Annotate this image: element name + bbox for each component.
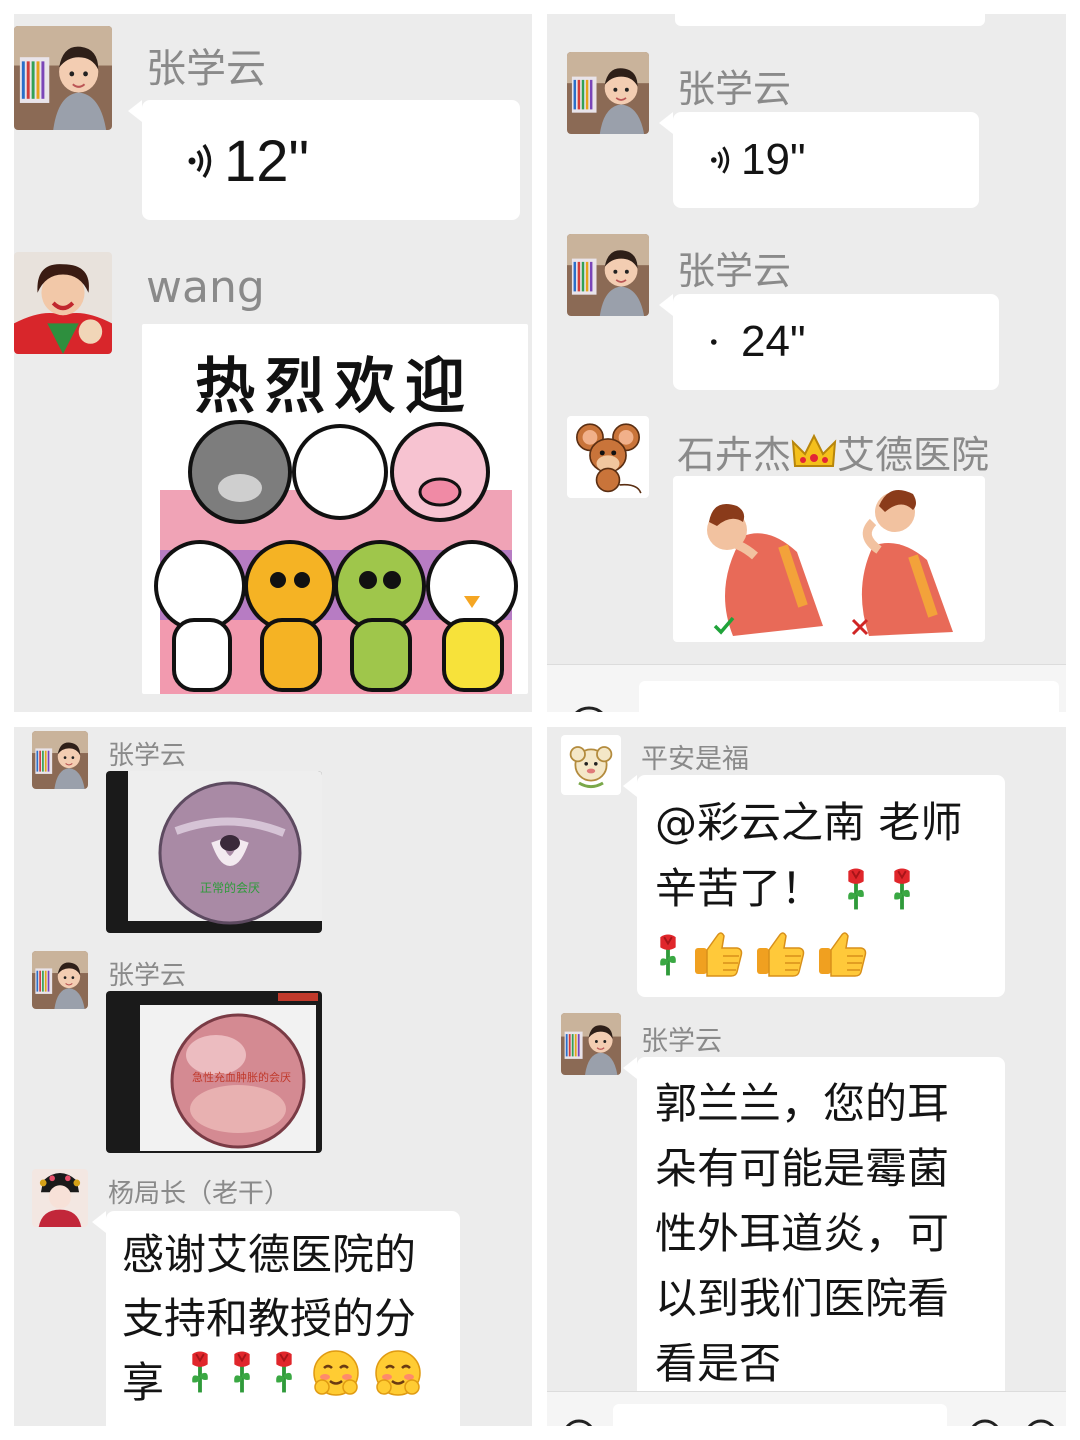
sender-name: 张学云 bbox=[108, 961, 187, 991]
blush-face-icon bbox=[312, 1349, 360, 1397]
sender-name: 张学云 bbox=[146, 46, 266, 92]
avatar-zhangxueyun[interactable] bbox=[561, 1013, 621, 1075]
sender-name-row: 石卉杰 艾德医院 bbox=[677, 424, 989, 479]
avatar-yangjuzhang[interactable] bbox=[32, 1169, 88, 1227]
message-line-2: 辛苦了！ bbox=[655, 857, 915, 921]
voice-message-bubble[interactable]: 19" bbox=[659, 112, 979, 208]
avatar-zhangxueyun[interactable] bbox=[567, 234, 649, 316]
sender-name: 张学云 bbox=[108, 741, 187, 771]
thumbs-up-icon bbox=[756, 932, 805, 977]
image-caption: 急性充血肿胀的会厌 bbox=[192, 1071, 291, 1084]
avatar-zhangxueyun[interactable] bbox=[32, 951, 88, 1009]
sender-name: 张学云 bbox=[641, 1026, 722, 1057]
voice-duration: 12" bbox=[224, 128, 310, 194]
endoscope-view bbox=[158, 781, 302, 925]
message-input[interactable] bbox=[613, 1404, 947, 1426]
rose-icon bbox=[892, 866, 912, 912]
chat-screenshot-2: 张学云 19" 张学云 24" 石卉杰 艾德医院 bbox=[547, 14, 1066, 712]
rose-icon bbox=[232, 1349, 252, 1395]
cartoon-animals-image bbox=[154, 420, 518, 694]
cross-icon bbox=[851, 618, 869, 636]
sticker-text: 热烈欢迎 bbox=[195, 352, 475, 422]
sender-name: wang bbox=[146, 262, 265, 313]
message-text: 辛苦了！ bbox=[655, 864, 824, 914]
avatar-zhangxueyun[interactable] bbox=[32, 731, 88, 789]
sender-name: 平安是福 bbox=[641, 744, 749, 775]
message-input[interactable] bbox=[639, 681, 1059, 712]
image-caption: 正常的会厌 bbox=[200, 881, 261, 895]
avatar-zhangxueyun[interactable] bbox=[567, 52, 649, 134]
laryngoscope-image-swollen[interactable]: 急性充血肿胀的会厌 bbox=[106, 991, 322, 1153]
chat-input-bar bbox=[547, 1391, 1066, 1426]
laryngoscope-image-normal[interactable]: 正常的会厌 bbox=[106, 771, 322, 933]
thumbs-up-icon bbox=[818, 932, 867, 977]
welcome-sticker[interactable]: 热烈欢迎 bbox=[142, 324, 528, 694]
voice-duration: 19" bbox=[741, 135, 806, 184]
check-icon bbox=[713, 616, 735, 635]
sender-name: 杨局长（老干） bbox=[108, 1179, 291, 1209]
avatar-zhangxueyun[interactable] bbox=[14, 26, 112, 130]
rose-icon bbox=[274, 1349, 294, 1395]
voice-wave-icon bbox=[711, 146, 730, 174]
emoji-button-icon[interactable] bbox=[967, 1418, 1003, 1426]
nosebleed-instruction-image[interactable] bbox=[673, 476, 985, 642]
avatar-wang[interactable] bbox=[14, 252, 112, 354]
sender-name: 石卉杰 bbox=[677, 433, 792, 477]
sender-name: 张学云 bbox=[677, 249, 792, 293]
voice-message-bubble[interactable]: 24" bbox=[659, 294, 999, 390]
voice-toggle-icon[interactable] bbox=[561, 1418, 597, 1426]
thumbs-up-icon bbox=[694, 932, 743, 977]
rose-icon bbox=[658, 932, 678, 978]
message-text: 郭兰兰，您的耳 朵有可能是霉菌 性外耳道炎，可 以到我们医院看 看是否 bbox=[655, 1079, 950, 1388]
blush-face-icon bbox=[374, 1349, 422, 1397]
previous-message-edge bbox=[675, 14, 985, 26]
emoji-row bbox=[186, 1349, 422, 1397]
text-message-bubble[interactable]: 感谢艾德医院的 支持和教授的分 享 bbox=[92, 1211, 460, 1426]
text-message-bubble[interactable]: @彩云之南 老师 辛苦了！ bbox=[623, 775, 1005, 997]
message-line-3 bbox=[655, 925, 867, 985]
avatar-jerry-mouse[interactable] bbox=[567, 416, 649, 498]
sender-name-suffix: 艾德医院 bbox=[837, 433, 990, 477]
voice-message-bubble[interactable]: 12" bbox=[128, 100, 520, 220]
rose-icon bbox=[846, 866, 866, 912]
sender-name: 张学云 bbox=[677, 67, 792, 111]
crown-icon bbox=[791, 433, 837, 467]
message-line-1: @彩云之南 老师 bbox=[655, 798, 963, 847]
plus-button-icon[interactable] bbox=[1023, 1418, 1059, 1426]
chat-screenshot-4: 平安是福 @彩云之南 老师 辛苦了！ 张学云 郭兰兰，您的耳 朵有可能是霉菌 性… bbox=[547, 727, 1066, 1426]
text-message-bubble[interactable]: 郭兰兰，您的耳 朵有可能是霉菌 性外耳道炎，可 以到我们医院看 看是否 bbox=[623, 1057, 1005, 1397]
chat-screenshot-3: 张学云 正常的会厌 张学云 急性充血肿胀的会厌 杨局长（老干） 感谢艾德医院的 … bbox=[14, 727, 532, 1426]
voice-duration: 24" bbox=[741, 317, 806, 366]
avatar-pinganshifu[interactable] bbox=[561, 735, 621, 795]
chat-screenshot-1: 张学云 12" wang 热烈欢迎 bbox=[14, 14, 532, 712]
rose-icon bbox=[190, 1349, 210, 1395]
chat-input-bar bbox=[547, 664, 1066, 712]
voice-wave-icon bbox=[188, 144, 212, 178]
voice-toggle-icon[interactable] bbox=[567, 705, 611, 712]
voice-wave-icon bbox=[711, 339, 717, 345]
